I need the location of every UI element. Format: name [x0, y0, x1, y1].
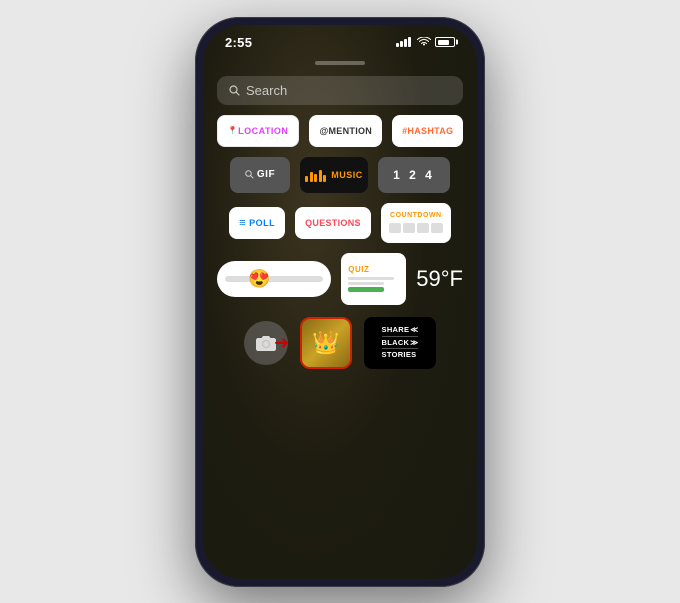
- location-pin-icon: 📍: [228, 126, 238, 135]
- share-text: SHARE ≪ BLACK ≫ STORIES: [382, 325, 419, 360]
- sticker-row-2: GIF MUSIC 1 2 4: [217, 157, 463, 193]
- notch: [203, 52, 477, 70]
- emoji-thumb: 😍: [248, 268, 270, 289]
- mention-sticker[interactable]: @MENTION: [309, 115, 382, 147]
- phone-frame: 2:55: [195, 17, 485, 587]
- gif-sticker[interactable]: GIF: [230, 157, 290, 193]
- poll-lines-icon: ≡: [239, 217, 246, 229]
- mention-label: @MENTION: [319, 126, 372, 136]
- share-line-2: BLACK ≫: [382, 338, 419, 348]
- questions-sticker[interactable]: QUESTIONS: [295, 207, 371, 239]
- phone-screen: 2:55: [203, 25, 477, 579]
- crown-emoji: 👑: [312, 330, 339, 356]
- stickers-grid: 📍 LOCATION @MENTION #HASHTAG GIF: [203, 115, 477, 305]
- slider-track: 😍: [225, 276, 323, 282]
- red-arrow-icon: ➜: [274, 332, 289, 353]
- bottom-row: ➜ 👑 SHARE ≪ BLACK ≫ STORIES: [203, 309, 477, 381]
- hashtag-label: #HASHTAG: [402, 126, 453, 136]
- sticker-row-3: ≡ POLL QUESTIONS COUNTDOWN: [217, 203, 463, 243]
- counter-sticker[interactable]: 1 2 4: [378, 157, 450, 193]
- poll-sticker[interactable]: ≡ POLL: [229, 207, 285, 239]
- sticker-row-4: 😍 QUIZ 59°F: [217, 253, 463, 305]
- temperature-sticker[interactable]: 59°F: [416, 266, 463, 292]
- emoji-slider-sticker[interactable]: 😍: [217, 261, 331, 297]
- quiz-title: QUIZ: [348, 265, 369, 274]
- music-bars-icon: [305, 168, 326, 182]
- camera-icon: [256, 335, 276, 351]
- search-bar[interactable]: Search: [217, 76, 463, 105]
- search-placeholder: Search: [246, 83, 287, 98]
- share-line-3: STORIES: [382, 350, 417, 360]
- hashtag-sticker[interactable]: #HASHTAG: [392, 115, 463, 147]
- sticker-row-1: 📍 LOCATION @MENTION #HASHTAG: [217, 115, 463, 147]
- gif-label: GIF: [257, 169, 275, 180]
- share-line-1: SHARE ≪: [382, 325, 419, 335]
- location-label: LOCATION: [238, 126, 288, 136]
- status-bar: 2:55: [203, 25, 477, 54]
- status-time: 2:55: [225, 35, 252, 50]
- questions-label: QUESTIONS: [305, 218, 361, 228]
- crown-sticker[interactable]: ➜ 👑: [300, 317, 352, 369]
- search-icon: [229, 85, 240, 96]
- quiz-content: [348, 277, 399, 292]
- battery-icon: [435, 37, 455, 47]
- countdown-boxes: [389, 223, 443, 233]
- share-black-stories-sticker[interactable]: SHARE ≪ BLACK ≫ STORIES: [364, 317, 436, 369]
- counter-label: 1 2 4: [393, 168, 435, 182]
- status-icons: [396, 37, 455, 47]
- temperature-label: 59°F: [416, 266, 463, 291]
- location-sticker[interactable]: 📍 LOCATION: [217, 115, 300, 147]
- wifi-icon: [417, 37, 431, 47]
- poll-label: POLL: [249, 218, 275, 228]
- signal-icon: [396, 37, 411, 47]
- countdown-sticker[interactable]: COUNTDOWN: [381, 203, 451, 243]
- gif-search-icon: [245, 170, 254, 179]
- music-sticker[interactable]: MUSIC: [300, 157, 368, 193]
- music-label: MUSIC: [331, 170, 363, 180]
- countdown-label: COUNTDOWN: [390, 212, 442, 219]
- quiz-sticker[interactable]: QUIZ: [341, 253, 406, 305]
